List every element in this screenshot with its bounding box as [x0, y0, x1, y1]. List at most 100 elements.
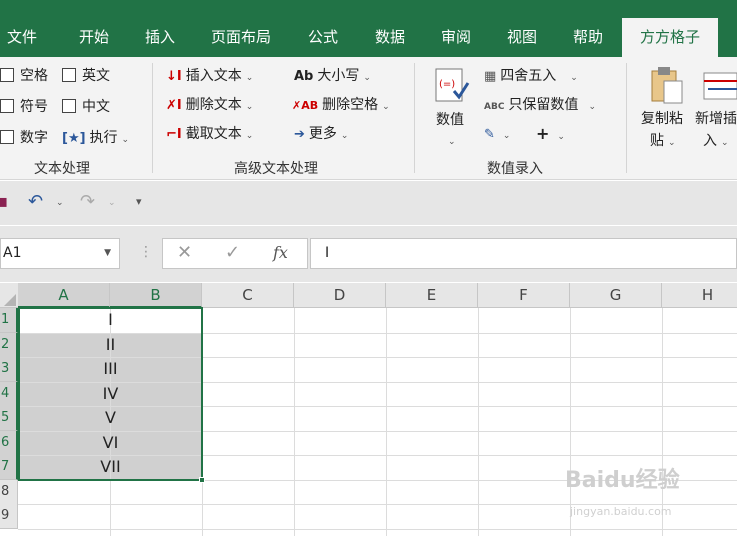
- extract-text-icon: ⌐I: [166, 127, 182, 142]
- star-icon: [★]: [62, 131, 86, 146]
- option-symbol[interactable]: 符号: [0, 96, 48, 118]
- gridline: [570, 308, 571, 536]
- tab-help[interactable]: 帮助: [570, 18, 606, 57]
- row-header[interactable]: 8: [0, 480, 18, 505]
- case-icon: Ab: [294, 69, 314, 84]
- watermark-logo: Baidu经验: [565, 468, 680, 493]
- column-header-row: A B C D E F G H: [0, 283, 737, 308]
- chevron-down-icon[interactable]: ⌄: [108, 198, 116, 208]
- delete-space-button[interactable]: ✗AB 删除空格 ⌄: [292, 94, 390, 116]
- row-header[interactable]: 6: [0, 431, 18, 456]
- tab-insert[interactable]: 插入: [142, 18, 178, 57]
- column-header[interactable]: A: [18, 283, 110, 308]
- arrow-right-icon: ➔: [294, 127, 305, 142]
- chevron-down-icon: ⌄: [121, 135, 130, 145]
- row-header[interactable]: 1: [0, 308, 18, 333]
- chevron-down-icon: ⌄: [245, 131, 254, 141]
- tab-page-layout[interactable]: 页面布局: [208, 18, 274, 57]
- keep-values-button[interactable]: ABC 只保留数值 ⌄: [484, 94, 596, 116]
- undo-icon[interactable]: ↶: [28, 191, 43, 212]
- chevron-down-icon: ⌄: [245, 102, 254, 112]
- gridline: [478, 308, 479, 536]
- row-header[interactable]: 3: [0, 357, 18, 382]
- column-header[interactable]: F: [478, 283, 570, 308]
- row-header[interactable]: 7: [0, 455, 18, 480]
- edit-button[interactable]: ✎ ⌄: [484, 123, 510, 145]
- customize-icon[interactable]: ▾: [136, 195, 142, 208]
- extract-text-button[interactable]: ⌐I 截取文本 ⌄: [166, 123, 253, 145]
- divider: [152, 63, 153, 173]
- column-header[interactable]: B: [110, 283, 202, 308]
- row-header[interactable]: 5: [0, 406, 18, 431]
- save-icon[interactable]: ▪: [0, 191, 8, 212]
- row-header[interactable]: 2: [0, 333, 18, 358]
- option-number[interactable]: 数字: [0, 127, 48, 149]
- case-button[interactable]: Ab 大小写 ⌄: [294, 65, 371, 87]
- tab-formulas[interactable]: 公式: [305, 18, 341, 57]
- column-header[interactable]: G: [570, 283, 662, 308]
- tab-file[interactable]: 文件: [4, 18, 40, 57]
- watermark-url: jingyan.baidu.com: [570, 505, 672, 518]
- value-button[interactable]: 数值: [436, 109, 464, 131]
- group-label-number-entry: 数值录入: [487, 161, 543, 177]
- round-button[interactable]: ▦ 四舍五入 ⌄: [484, 65, 578, 87]
- more-button[interactable]: ➔ 更多 ⌄: [294, 123, 348, 145]
- copy-paste-button-line2[interactable]: 贴 ⌄: [650, 130, 676, 152]
- cancel-icon[interactable]: ✕: [177, 242, 192, 263]
- gridline: [662, 308, 663, 536]
- chevron-down-icon: ⌄: [502, 131, 511, 141]
- new-insert-button-line2[interactable]: 入 ⌄: [703, 130, 729, 152]
- round-icon: ▦: [484, 69, 497, 84]
- new-insert-button[interactable]: 新增插: [695, 108, 737, 130]
- divider: [414, 63, 415, 173]
- execute-button[interactable]: [★] 执行 ⌄: [62, 127, 129, 149]
- tab-data[interactable]: 数据: [372, 18, 408, 57]
- chevron-down-icon[interactable]: ▼: [104, 239, 111, 268]
- gridline: [294, 308, 295, 536]
- enter-icon[interactable]: ✓: [225, 242, 240, 263]
- delete-text-icon: ✗I: [166, 98, 182, 113]
- chevron-down-icon: ⌄: [668, 138, 676, 148]
- formula-input[interactable]: I: [310, 238, 737, 269]
- checkbox[interactable]: [62, 68, 76, 82]
- gridline: [386, 308, 387, 536]
- tab-review[interactable]: 审阅: [438, 18, 474, 57]
- column-header[interactable]: D: [294, 283, 386, 308]
- option-chinese[interactable]: 中文: [62, 96, 110, 118]
- checkbox[interactable]: [0, 99, 14, 113]
- add-button[interactable]: + ⌄: [536, 123, 565, 145]
- option-english[interactable]: 英文: [62, 65, 110, 87]
- chevron-down-icon[interactable]: ⌄: [448, 131, 456, 153]
- insert-function-button[interactable]: fx: [273, 243, 288, 262]
- value-button-icon[interactable]: (=): [434, 67, 472, 105]
- column-header[interactable]: E: [386, 283, 478, 308]
- checkbox[interactable]: [0, 130, 14, 144]
- tab-fangfang-gezi[interactable]: 方方格子: [622, 18, 718, 57]
- selection-border: [18, 307, 203, 481]
- row-header[interactable]: 9: [0, 504, 18, 529]
- chevron-down-icon: ⌄: [588, 102, 596, 112]
- grip-icon: ⋮: [139, 244, 153, 260]
- formula-bar: A1 ▼ ⋮ ✕ ✓ fx I: [0, 226, 737, 282]
- column-header[interactable]: C: [202, 283, 294, 308]
- option-space[interactable]: 空格: [0, 65, 48, 87]
- chevron-down-icon: ⌄: [245, 73, 254, 83]
- abc-icon: ABC: [484, 102, 505, 112]
- tab-view[interactable]: 视图: [504, 18, 540, 57]
- row-header[interactable]: 4: [0, 382, 18, 407]
- chevron-down-icon: ⌄: [382, 102, 390, 112]
- delete-text-button[interactable]: ✗I 删除文本 ⌄: [166, 94, 253, 116]
- copy-paste-button[interactable]: 复制粘: [641, 108, 683, 130]
- select-all-corner[interactable]: [0, 283, 18, 308]
- ribbon: 空格 英文 符号 中文 数字 [★] 执行 ⌄ 文本处理 ↓I 插入文本 ⌄ Ab 大小写…: [0, 57, 737, 180]
- insert-text-button[interactable]: ↓I 插入文本 ⌄: [166, 65, 253, 87]
- checkbox[interactable]: [62, 99, 76, 113]
- name-box[interactable]: A1 ▼: [0, 238, 120, 269]
- insert-text-icon: ↓I: [166, 69, 182, 84]
- tab-home[interactable]: 开始: [76, 18, 112, 57]
- fill-handle[interactable]: [199, 477, 205, 483]
- checkbox[interactable]: [0, 68, 14, 82]
- redo-icon[interactable]: ↷: [80, 191, 95, 212]
- chevron-down-icon[interactable]: ⌄: [56, 198, 64, 208]
- column-header[interactable]: H: [662, 283, 737, 308]
